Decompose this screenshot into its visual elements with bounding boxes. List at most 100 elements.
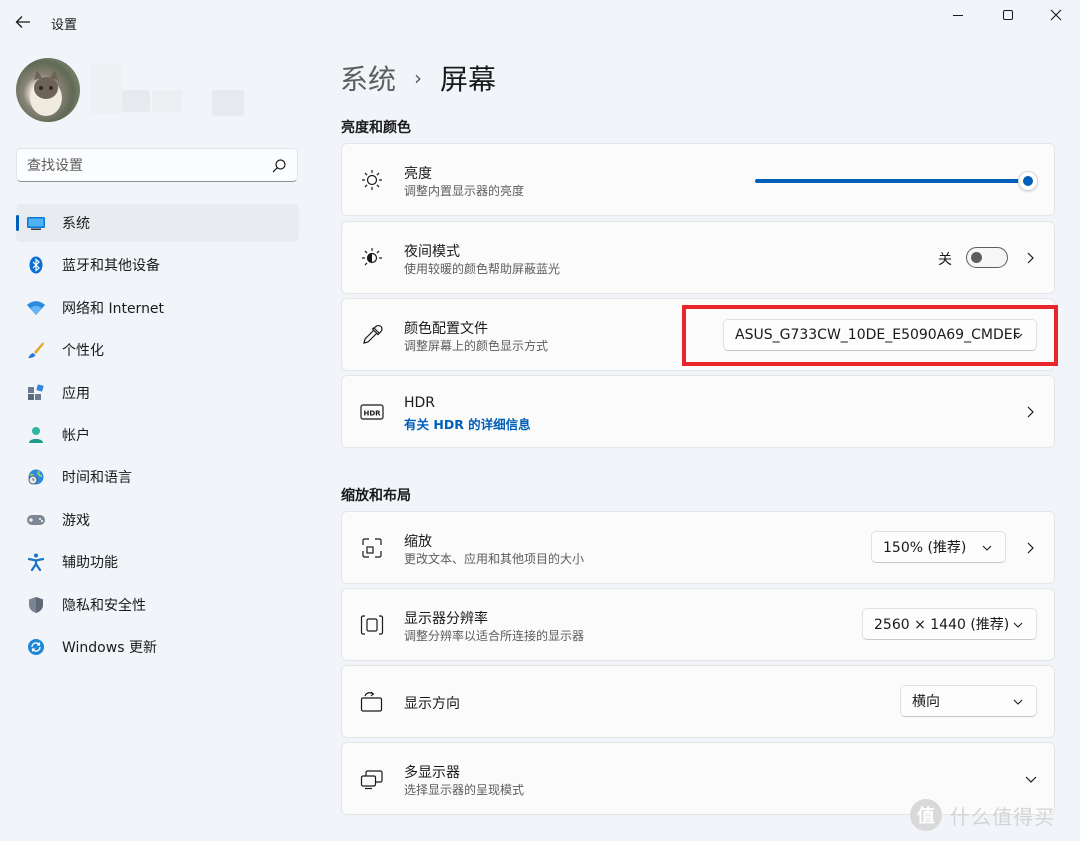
chevron-right-icon[interactable] [1024,541,1036,555]
update-icon [26,638,46,656]
night-light-state-label: 关 [938,252,952,268]
search-box[interactable] [16,148,298,182]
sidebar-item-bluetooth[interactable]: 蓝牙和其他设备 [16,246,299,284]
sidebar-item-personalization[interactable]: 个性化 [16,331,299,369]
night-light-toggle[interactable] [966,247,1008,268]
resolution-subtitle: 调整分辨率以适合所连接的显示器 [404,629,585,643]
breadcrumb-parent[interactable]: 系统 [340,58,396,98]
minimize-icon [953,15,963,16]
orientation-selected: 横向 [912,694,940,710]
chevron-down-icon [1013,699,1023,705]
brightness-subtitle: 调整内置显示器的亮度 [404,184,525,198]
multi-display-icon [360,767,384,791]
chevron-down-icon[interactable] [1024,773,1038,785]
brightness-slider-track[interactable] [755,179,1029,183]
maximize-icon [1003,10,1013,20]
sidebar-item-network[interactable]: 网络和 Internet [16,289,299,327]
sidebar-item-accessibility[interactable]: 辅助功能 [16,543,299,581]
sidebar-item-accounts[interactable]: 帐户 [16,416,299,454]
night-light-title: 夜间模式 [404,244,460,260]
highlight-annotation-box [682,305,1058,366]
sidebar-item-label: 辅助功能 [62,555,118,572]
back-button[interactable] [10,10,36,34]
scale-card[interactable]: 缩放 更改文本、应用和其他项目的大小 150% (推荐) [341,511,1055,584]
night-light-icon [360,246,384,270]
sidebar-item-label: 游戏 [62,512,90,529]
bluetooth-icon [26,256,46,274]
accessibility-icon [26,553,46,572]
close-button[interactable] [1032,0,1080,30]
color-profile-subtitle: 调整屏幕上的颜色显示方式 [404,339,549,353]
multi-display-title: 多显示器 [404,765,460,781]
sidebar-item-label: 隐私和安全性 [62,597,146,614]
sidebar-item-windows-update[interactable]: Windows 更新 [16,628,299,666]
sidebar-item-label: 系统 [62,216,90,232]
chevron-down-icon [1013,622,1023,628]
shield-icon [26,596,46,614]
sidebar-nav: 系统 蓝牙和其他设备 网络和 Internet 个性化 应用 帐户 时间和语言 … [16,204,299,670]
sidebar-item-system[interactable]: 系统 [16,204,299,242]
sidebar-item-label: 个性化 [62,343,104,360]
svg-text:HDR: HDR [363,409,381,417]
app-title: 设置 [51,18,78,33]
sidebar-item-label: Windows 更新 [62,639,157,656]
color-profile-title: 颜色配置文件 [404,321,488,337]
sun-icon [360,168,384,192]
sidebar-item-time-language[interactable]: 时间和语言 [16,458,299,496]
resolution-title: 显示器分辨率 [404,611,488,627]
chevron-right-icon[interactable] [1024,405,1036,419]
gamepad-icon [26,511,46,529]
watermark-badge: 值 [910,799,942,831]
sidebar-item-label: 蓝牙和其他设备 [62,258,160,275]
sidebar-item-privacy[interactable]: 隐私和安全性 [16,586,299,624]
account-icon [26,426,46,444]
orientation-card: 显示方向 横向 [341,665,1055,738]
watermark-text: 什么值得买 [950,804,1055,829]
sidebar-item-apps[interactable]: 应用 [16,374,299,412]
night-light-subtitle: 使用较暖的颜色帮助屏蔽蓝光 [404,262,561,276]
resolution-selected: 2560 × 1440 (推荐) [874,617,1010,633]
breadcrumb: 系统 › 屏幕 [340,58,496,98]
sidebar-item-label: 应用 [62,385,90,402]
orientation-title: 显示方向 [404,696,460,712]
resolution-card: 显示器分辨率 调整分辨率以适合所连接的显示器 2560 × 1440 (推荐) [341,588,1055,661]
avatar[interactable] [16,58,80,122]
brightness-slider-thumb[interactable] [1018,171,1038,191]
minimize-button[interactable] [934,0,982,30]
section-title-brightness-color: 亮度和颜色 [341,120,411,136]
orientation-icon [360,690,384,714]
eyedropper-icon [360,323,384,347]
brush-icon [26,341,46,359]
sidebar-item-label: 帐户 [62,427,90,444]
breadcrumb-separator: › [414,66,423,90]
resolution-icon [360,613,384,637]
night-light-card[interactable]: 夜间模式 使用较暖的颜色帮助屏蔽蓝光 关 [341,221,1055,294]
search-input[interactable] [27,156,257,176]
brightness-title: 亮度 [404,166,432,182]
search-icon[interactable] [271,158,287,174]
brightness-card: 亮度 调整内置显示器的亮度 [341,143,1055,216]
chevron-down-icon [982,545,992,551]
watermark: 值 什么值得买 [910,798,1055,832]
back-arrow-icon [15,16,30,28]
scale-selected: 150% (推荐) [883,540,967,556]
scale-subtitle: 更改文本、应用和其他项目的大小 [404,552,585,566]
orientation-dropdown[interactable]: 横向 [900,685,1037,717]
multi-display-subtitle: 选择显示器的呈现模式 [404,783,525,797]
maximize-button[interactable] [984,0,1032,30]
sidebar-item-label: 网络和 Internet [62,300,165,317]
scale-dropdown[interactable]: 150% (推荐) [871,531,1006,563]
scale-icon [360,536,384,560]
resolution-dropdown[interactable]: 2560 × 1440 (推荐) [862,608,1037,640]
sidebar-item-label: 时间和语言 [62,470,132,487]
wifi-icon [26,299,46,317]
apps-icon [26,383,46,402]
close-icon [1050,9,1062,21]
globe-clock-icon [26,468,46,486]
chevron-right-icon[interactable] [1024,251,1036,265]
hdr-info-link[interactable]: 有关 HDR 的详细信息 [404,414,531,433]
hdr-title: HDR [404,395,436,411]
hdr-card[interactable]: HDR HDR 有关 HDR 的详细信息 [341,375,1055,448]
sidebar-item-gaming[interactable]: 游戏 [16,501,299,539]
system-icon [26,214,46,232]
